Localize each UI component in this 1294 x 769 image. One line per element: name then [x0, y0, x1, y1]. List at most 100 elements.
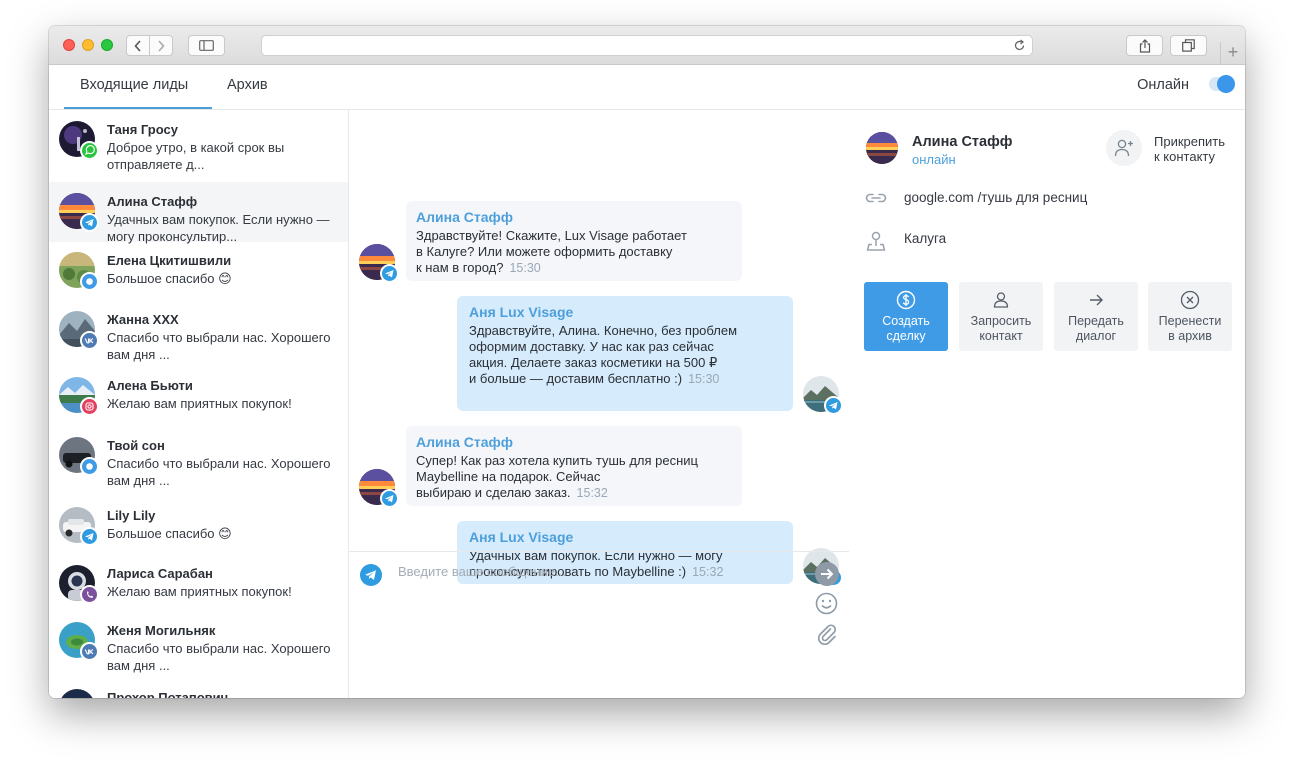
chevron-right-icon: [158, 39, 165, 52]
profile-name: Алина Стафф: [912, 134, 1013, 150]
messenger-app: Входящие лиды Архив Онлайн Таня Гросу Доб…: [49, 65, 1245, 698]
share-icon: [1139, 38, 1150, 53]
contact-item[interactable]: Таня Гросу Доброе утро, в какой срок вы о…: [49, 110, 348, 181]
back-button[interactable]: [126, 35, 150, 56]
user-icon: [993, 292, 1009, 308]
contact-name: Алина Стафф: [107, 194, 198, 209]
contact-avatar: [59, 377, 99, 416]
contact-name: Прохор Потапович: [107, 690, 229, 698]
contact-name: Lily Lily: [107, 508, 156, 523]
contact-name: Женя Могильняк: [107, 623, 216, 638]
sunset-photo: [866, 132, 898, 164]
message-time: 15:30: [509, 261, 541, 275]
paperclip-icon[interactable]: [816, 623, 838, 645]
tabs-icon: [1182, 39, 1195, 52]
message-input[interactable]: Введите ваше сообщение...: [398, 564, 566, 579]
message-text: Супер! Как раз хотела купить тушь для ре…: [416, 453, 698, 468]
contact-item[interactable]: Твой сон Спасибо что выбрали нас. Хорошег…: [49, 426, 348, 497]
create-deal-button[interactable]: Создать сделку: [864, 282, 948, 351]
telegram-icon: [380, 489, 399, 508]
address-bar[interactable]: [261, 35, 1033, 56]
contact-name: Лариса Сарабан: [107, 566, 213, 581]
sidebar-icon: [199, 40, 214, 51]
add-user-icon: [1114, 139, 1133, 157]
contact-name: Елена Цкитишвили: [107, 253, 232, 268]
message-text-line: Maybelline на подарок. Сейчас: [416, 469, 732, 485]
telegram-icon: [380, 264, 399, 283]
message-author: Алина Стафф: [416, 434, 513, 450]
telegram-icon: [80, 213, 99, 232]
contact-item[interactable]: Женя Могильняк Спасибо что выбрали нас. Х…: [49, 611, 348, 679]
move-to-archive-button[interactable]: Перенести в архив: [1148, 282, 1232, 351]
reload-icon[interactable]: [1013, 39, 1026, 52]
message-text-line: Здравствуйте! Скажите, Lux Visage работа…: [416, 228, 732, 244]
contact-list: Таня Гросу Доброе утро, в какой срок вы о…: [49, 110, 349, 698]
vk-icon: [80, 642, 99, 661]
contact-last-message: Спасибо что выбрали нас. Хорошего вам дн…: [107, 330, 331, 362]
send-icon[interactable]: [815, 562, 839, 586]
contact-avatar: [59, 565, 99, 604]
tab-incoming-leads[interactable]: Входящие лиды: [64, 65, 212, 109]
message-text: Здравствуйте! Скажите, Lux Visage работа…: [416, 228, 687, 243]
close-window-button[interactable]: [63, 39, 75, 51]
contact-name: Жанна ХХХ: [107, 312, 179, 327]
contact-avatar: [59, 437, 99, 476]
telegram-icon: [824, 396, 843, 415]
attach-contact-button[interactable]: [1106, 130, 1142, 166]
sidebar-toggle-button[interactable]: [188, 35, 225, 56]
message-time: 15:30: [688, 372, 720, 386]
city-text: Калуга: [904, 231, 947, 246]
message-text: выбираю и сделаю заказ.: [416, 485, 571, 500]
new-tab-button[interactable]: +: [1220, 42, 1245, 64]
link-icon: [865, 193, 887, 203]
contact-last-message: Желаю вам приятных покупок!: [107, 584, 292, 599]
messenger-icon: [80, 457, 99, 476]
contact-avatar: [59, 121, 99, 160]
move-to-archive-label-2: в архив: [1168, 329, 1212, 343]
contact-item[interactable]: Прохор Потапович: [49, 679, 348, 698]
arrow-right-icon: [1090, 294, 1103, 306]
vk-icon: [80, 331, 99, 350]
move-to-archive-label: Перенести в архив: [1150, 314, 1230, 344]
contact-item[interactable]: Жанна ХХХ Спасибо что выбрали нас. Хороше…: [49, 300, 348, 367]
attach-contact-label[interactable]: Прикрепить к контакту: [1154, 134, 1244, 164]
tab-archive[interactable]: Архив: [227, 65, 268, 109]
create-deal-label: Создать сделку: [866, 314, 946, 344]
message-text-line: оформим доставку. У нас как раз сейчас: [469, 339, 783, 355]
message-text: акция. Делаете заказ косметики на 500 ₽: [469, 355, 718, 370]
contact-last-message: Большое спасибо 😊: [107, 271, 232, 286]
incoming-message: Алина Стафф Супер! Как раз хотела купить …: [406, 426, 742, 506]
zoom-window-button[interactable]: [101, 39, 113, 51]
contact-item[interactable]: Лариса Сарабан Желаю вам приятных покупок…: [49, 555, 348, 611]
tabs-overview-button[interactable]: [1170, 35, 1207, 56]
emoji-icon[interactable]: [815, 592, 838, 615]
message-composer: Введите ваше сообщение...: [349, 551, 849, 698]
minimize-window-button[interactable]: [82, 39, 94, 51]
request-contact-label-1: Запросить: [970, 314, 1032, 328]
forward-button[interactable]: [149, 35, 173, 56]
request-contact-button[interactable]: Запросить контакт: [959, 282, 1043, 351]
message-text-line: к нам в город? 15:30: [416, 260, 732, 276]
contact-name: Алена Бьюти: [107, 378, 193, 393]
message-text: к нам в город?: [416, 260, 504, 275]
transfer-dialog-label: Передать диалог: [1056, 314, 1136, 344]
transfer-dialog-label-2: диалог: [1075, 329, 1117, 343]
attach-label-line-1: Прикрепить: [1154, 134, 1226, 149]
contact-avatar: [59, 193, 99, 232]
profile-avatar: [866, 132, 898, 164]
transfer-dialog-button[interactable]: Передать диалог: [1054, 282, 1138, 351]
telegram-channel-icon[interactable]: [360, 564, 382, 586]
incoming-message: Алина Стафф Здравствуйте! Скажите, Lux Vi…: [406, 201, 742, 281]
share-button[interactable]: [1126, 35, 1163, 56]
contact-item[interactable]: Lily Lily Большое спасибо 😊: [49, 497, 348, 555]
transfer-dialog-label-1: Передать: [1068, 314, 1124, 328]
online-toggle[interactable]: [1209, 75, 1235, 93]
contact-item[interactable]: Алина Стафф Удачных вам покупок. Если нуж…: [49, 182, 348, 244]
contact-last-message: Спасибо что выбрали нас. Хорошего вам дн…: [107, 456, 331, 488]
contact-item[interactable]: Алена Бьюти Желаю вам приятных покупок!: [49, 367, 348, 426]
contact-item[interactable]: Елена Цкитишвили Большое спасибо 😊: [49, 242, 348, 300]
browser-toolbar: +: [49, 26, 1245, 65]
message-text-line: в Калуге? Или можете оформить доставку: [416, 244, 732, 260]
message-text: Maybelline на подарок. Сейчас: [416, 469, 601, 484]
profile-status: онлайн: [912, 152, 956, 167]
